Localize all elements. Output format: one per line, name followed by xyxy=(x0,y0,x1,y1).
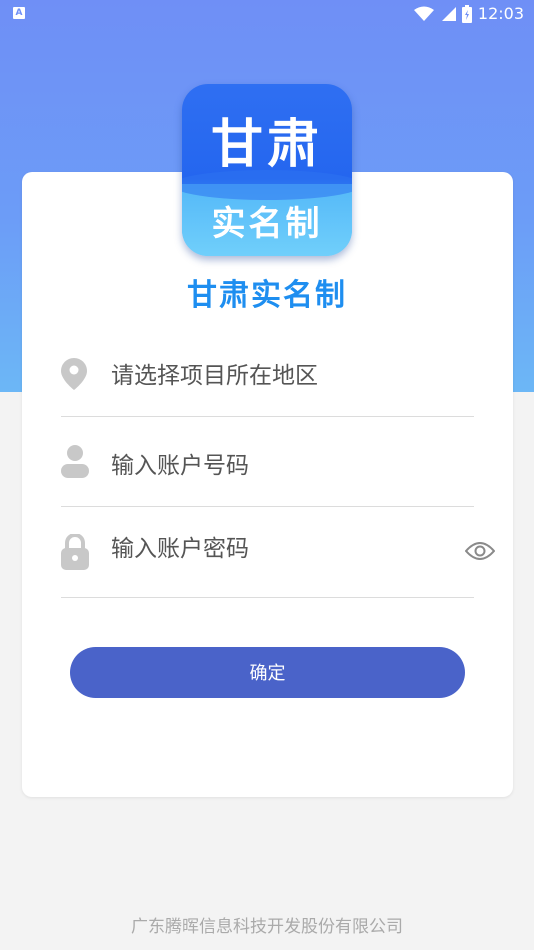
wifi-icon xyxy=(413,6,434,21)
signal-icon xyxy=(441,6,456,21)
status-time: 12:03 xyxy=(477,4,524,23)
password-placeholder: 输入账户密码 xyxy=(111,536,249,562)
status-bar: A 12:03 xyxy=(0,0,534,28)
notification-a-icon: A xyxy=(13,7,25,19)
location-pin-icon xyxy=(61,358,87,390)
account-field[interactable]: 输入账户号码 xyxy=(61,430,474,507)
project-region-field[interactable]: 请选择项目所在地区 xyxy=(61,340,474,417)
status-right: 12:03 xyxy=(413,4,524,23)
project-region-placeholder: 请选择项目所在地区 xyxy=(111,363,318,389)
logo-top-text: 甘肃 xyxy=(210,115,323,175)
user-icon xyxy=(61,445,89,478)
company-footer: 广东腾晖信息科技开发股份有限公司 xyxy=(131,917,403,937)
app-logo: 甘肃 实名制 xyxy=(182,84,352,256)
app-title: 甘肃实名制 xyxy=(187,278,347,313)
password-field[interactable]: 输入账户密码 xyxy=(61,520,474,598)
battery-icon xyxy=(461,4,472,23)
account-placeholder: 输入账户号码 xyxy=(111,453,249,479)
eye-icon[interactable] xyxy=(465,540,495,562)
logo-bottom-text: 实名制 xyxy=(211,204,323,244)
lock-icon xyxy=(61,534,89,570)
confirm-button[interactable]: 确定 xyxy=(70,647,465,698)
